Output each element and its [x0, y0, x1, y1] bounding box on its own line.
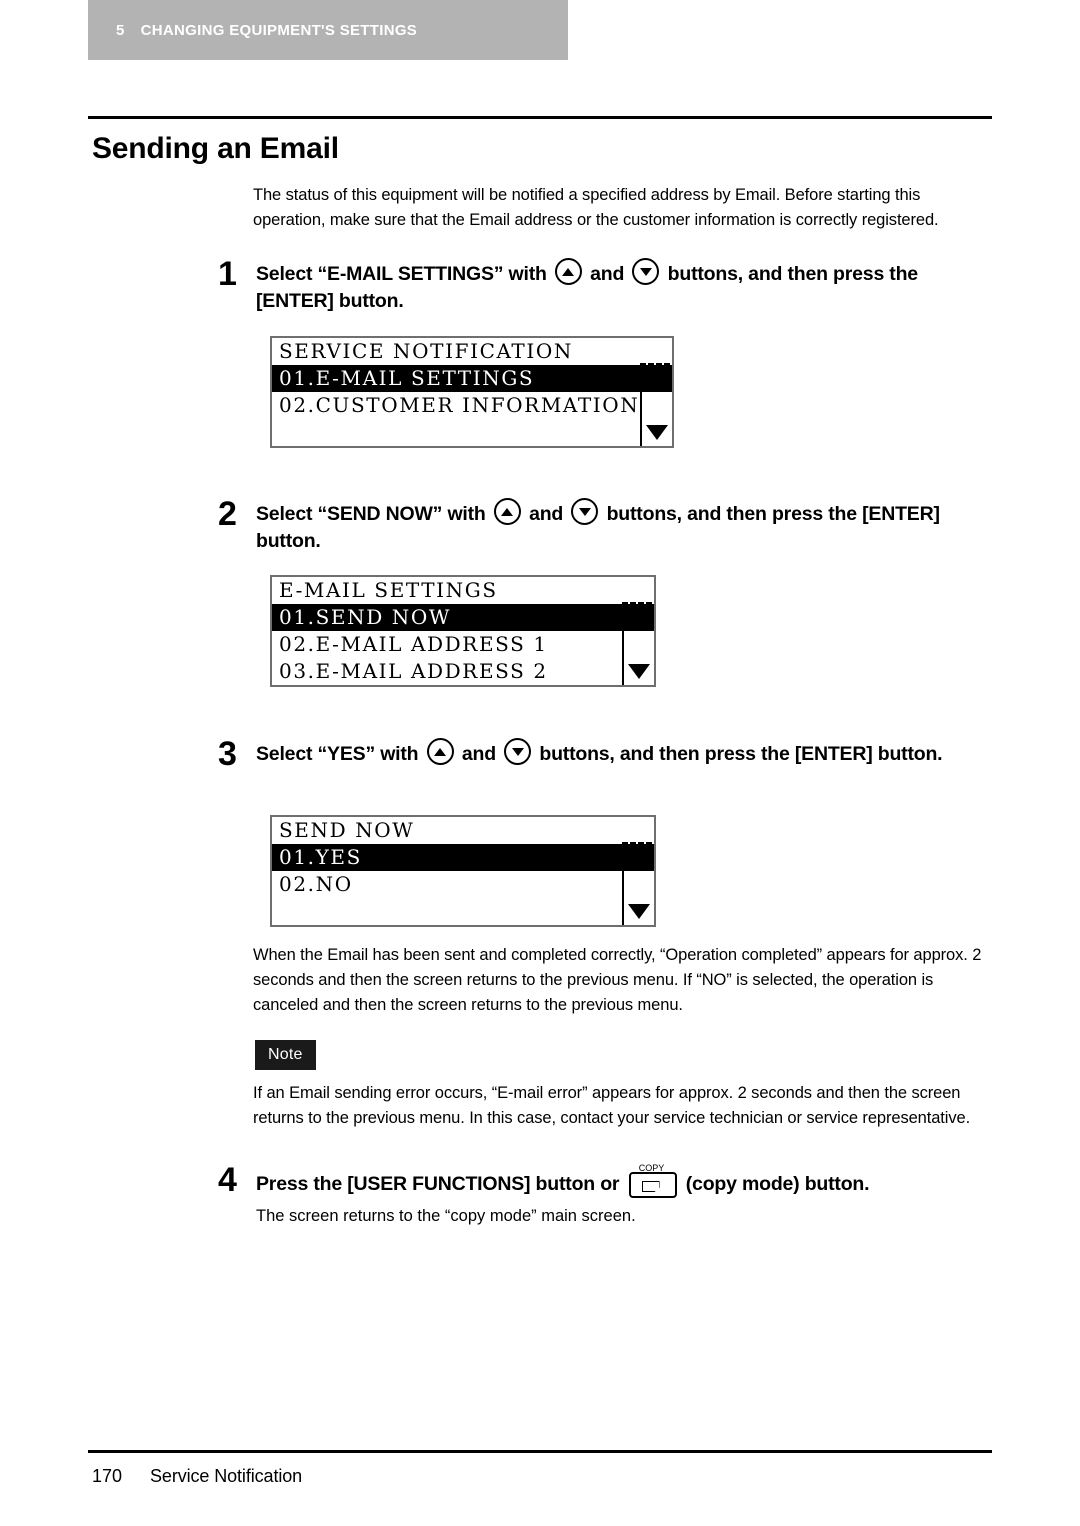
- lcd-screen-3: SEND NOW 01.YES 02.NO: [270, 815, 656, 927]
- step-4-text: Press the [USER FUNCTIONS] button or COP…: [256, 1163, 870, 1198]
- lcd-1-scroll-divider: [640, 363, 670, 365]
- step-2: 2 Select “SEND NOW” with and buttons, an…: [218, 495, 1008, 555]
- arrow-down-icon: [504, 738, 532, 765]
- step-1-text-part1: Select “E-MAIL SETTINGS” with: [256, 263, 547, 285]
- top-rule: [88, 116, 992, 119]
- arrow-up-icon: [493, 498, 521, 525]
- document-page: 5 CHANGING EQUIPMENT'S SETTINGS Sending …: [0, 0, 1080, 1526]
- lcd-1-row-3[interactable]: [272, 419, 672, 446]
- lcd-1-title: SERVICE NOTIFICATION: [279, 339, 573, 363]
- triangle-up-icon[interactable]: [628, 850, 650, 865]
- copy-mode-button-icon[interactable]: COPY: [628, 1163, 677, 1198]
- step-3-text-part2: and: [461, 743, 496, 765]
- step-3: 3 Select “YES” with and buttons, and the…: [218, 735, 1018, 773]
- lcd-1-scrollbar[interactable]: [640, 363, 672, 446]
- lcd-3-scroll-divider: [622, 842, 652, 844]
- lcd-screen-1: SERVICE NOTIFICATION 01.E-MAIL SETTINGS …: [270, 336, 674, 448]
- step-2-text: Select “SEND NOW” with and buttons, and …: [256, 498, 1008, 555]
- step-4-body: Press the [USER FUNCTIONS] button or COP…: [256, 1163, 870, 1229]
- result-paragraph: When the Email has been sent and complet…: [253, 946, 982, 1014]
- intro-paragraph: The status of this equipment will be not…: [253, 186, 939, 229]
- arrow-down-icon: [571, 498, 599, 525]
- arrow-up-icon: [426, 738, 454, 765]
- step-3-text: Select “YES” with and buttons, and then …: [256, 738, 943, 768]
- step-4-number: 4: [218, 1161, 237, 1199]
- triangle-down-icon[interactable]: [646, 425, 668, 440]
- chapter-title: CHANGING EQUIPMENT'S SETTINGS: [140, 21, 418, 39]
- bottom-rule: [88, 1450, 992, 1453]
- step-1-text-part2: and: [590, 263, 625, 285]
- lcd-3-row-3[interactable]: [272, 898, 654, 925]
- step-1: 1 Select “E-MAIL SETTINGS” with and butt…: [218, 255, 998, 315]
- step-2-text-part2: and: [529, 503, 564, 525]
- triangle-up-icon[interactable]: [628, 610, 650, 625]
- step-3-number: 3: [218, 735, 237, 773]
- lcd-3-row-1[interactable]: 01.YES: [272, 844, 654, 871]
- page-number: 170: [92, 1466, 123, 1486]
- step-4: 4 Press the [USER FUNCTIONS] button or C…: [218, 1161, 1008, 1229]
- lcd-2-row-2[interactable]: 02.E-MAIL ADDRESS 1: [272, 631, 654, 658]
- step-4-text-part1: Press the [USER FUNCTIONS] button or: [256, 1173, 620, 1195]
- triangle-down-icon[interactable]: [628, 904, 650, 919]
- note-badge: Note: [255, 1040, 316, 1070]
- lcd-2-scroll-divider: [622, 602, 652, 604]
- lcd-2-row-1[interactable]: 01.SEND NOW: [272, 604, 654, 631]
- lcd-3-scrollbar[interactable]: [622, 842, 654, 925]
- footer-label: Service Notification: [150, 1466, 303, 1486]
- step-4-text-part3: (copy mode) button.: [685, 1173, 870, 1195]
- triangle-up-icon[interactable]: [646, 371, 668, 386]
- lcd-2-row-3[interactable]: 03.E-MAIL ADDRESS 2: [272, 658, 654, 685]
- step-1-number: 1: [218, 255, 237, 293]
- footer: 170 Service Notification: [92, 1466, 302, 1487]
- lcd-screen-2: E-MAIL SETTINGS 01.SEND NOW 02.E-MAIL AD…: [270, 575, 656, 687]
- arrow-down-icon: [632, 258, 660, 285]
- lcd-3-row-2[interactable]: 02.NO: [272, 871, 654, 898]
- step-2-text-part1: Select “SEND NOW” with: [256, 503, 486, 525]
- arrow-up-icon: [554, 258, 582, 285]
- lcd-1-row-1[interactable]: 01.E-MAIL SETTINGS: [272, 365, 672, 392]
- lcd-3-title: SEND NOW: [279, 818, 415, 842]
- triangle-down-icon[interactable]: [628, 664, 650, 679]
- lcd-2-scrollbar[interactable]: [622, 602, 654, 685]
- step-1-text: Select “E-MAIL SETTINGS” with and button…: [256, 258, 998, 315]
- running-header: 5 CHANGING EQUIPMENT'S SETTINGS: [88, 0, 568, 60]
- step-2-number: 2: [218, 495, 237, 533]
- lcd-1-row-2[interactable]: 02.CUSTOMER INFORMATION: [272, 392, 672, 419]
- note-text: If an Email sending error occurs, “E-mai…: [253, 1084, 971, 1127]
- page-title: Sending an Email: [92, 132, 339, 165]
- step-3-text-part3: buttons, and then press the [ENTER] butt…: [539, 743, 943, 765]
- step-3-text-part1: Select “YES” with: [256, 743, 419, 765]
- chapter-number: 5: [116, 21, 125, 39]
- lcd-2-title: E-MAIL SETTINGS: [279, 578, 498, 602]
- step-4-subtext: The screen returns to the “copy mode” ma…: [256, 1207, 636, 1225]
